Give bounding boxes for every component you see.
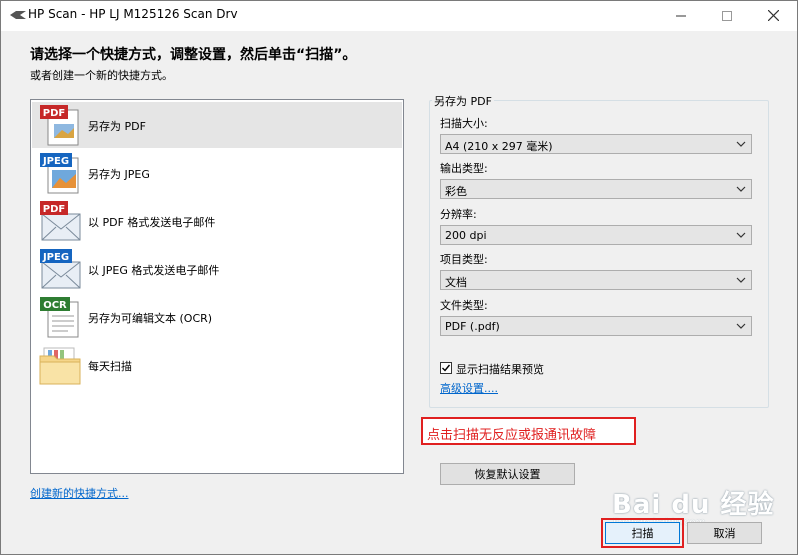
annotation-text: 点击扫描无反应或报通讯故障 [427, 428, 597, 443]
shortcut-item-save-pdf[interactable]: PDF 另存为 PDF [32, 102, 402, 148]
chevron-down-icon [736, 141, 746, 147]
shortcut-label: 另存为 JPEG [88, 168, 150, 181]
close-icon [767, 10, 779, 21]
item-type-value: 文档 [445, 276, 467, 289]
file-type-value: PDF (.pdf) [445, 320, 500, 333]
output-type-select[interactable]: 彩色 [440, 179, 752, 199]
cancel-button[interactable]: 取消 [687, 522, 762, 544]
item-type-select[interactable]: 文档 [440, 270, 752, 290]
shortcut-item-ocr[interactable]: OCR 另存为可编辑文本 (OCR) [32, 294, 402, 340]
shortcut-item-save-jpeg[interactable]: JPEG 另存为 JPEG [32, 150, 402, 196]
resolution-label: 分辨率: [440, 208, 477, 221]
hp-scan-app-icon [10, 11, 26, 19]
scan-size-select[interactable]: A4 (210 x 297 毫米) [440, 134, 752, 154]
file-type-select[interactable]: PDF (.pdf) [440, 316, 752, 336]
scan-size-label: 扫描大小: [440, 117, 488, 130]
preview-checkbox-label[interactable]: 显示扫描结果预览 [456, 361, 544, 377]
close-button[interactable] [750, 1, 796, 30]
create-shortcut-link[interactable]: 创建新的快捷方式... [30, 485, 129, 501]
chevron-down-icon [736, 323, 746, 329]
shortcut-label: 每天扫描 [88, 360, 132, 373]
shortcut-item-everyday-scan[interactable]: 每天扫描 [32, 342, 402, 388]
shortcut-label: 另存为 PDF [88, 120, 146, 133]
output-type-label: 输出类型: [440, 162, 488, 175]
ocr-document-icon: OCR [40, 297, 79, 338]
resolution-value: 200 dpi [445, 229, 487, 242]
advanced-settings-link[interactable]: 高级设置.... [440, 380, 498, 396]
svg-text:PDF: PDF [43, 204, 65, 215]
instruction-heading: 请选择一个快捷方式，调整设置，然后单击“扫描”。 [30, 47, 357, 63]
checkmark-icon [442, 364, 451, 372]
svg-text:JPEG: JPEG [42, 252, 69, 263]
svg-text:OCR: OCR [43, 300, 67, 311]
scan-size-value: A4 (210 x 297 毫米) [445, 140, 553, 153]
shortcut-label: 以 JPEG 格式发送电子邮件 [88, 264, 220, 277]
folder-icon [39, 347, 81, 385]
chevron-down-icon [736, 277, 746, 283]
jpeg-email-icon: JPEG [40, 249, 81, 289]
baidu-watermark: Bai du 经验 [612, 490, 775, 520]
shortcut-item-email-pdf[interactable]: PDF 以 PDF 格式发送电子邮件 [32, 198, 402, 244]
window-title: HP Scan - HP LJ M125126 Scan Drv [28, 7, 238, 21]
pdf-email-icon: PDF [40, 201, 81, 241]
jpeg-document-icon: JPEG [40, 153, 79, 194]
chevron-down-icon [736, 186, 746, 192]
pdf-document-icon: PDF [40, 105, 79, 146]
instruction-subheading: 或者创建一个新的快捷方式。 [30, 69, 173, 82]
minimize-icon [676, 15, 686, 16]
shortcut-label: 另存为可编辑文本 (OCR) [88, 312, 213, 325]
resolution-select[interactable]: 200 dpi [440, 225, 752, 245]
svg-text:JPEG: JPEG [42, 156, 69, 167]
maximize-icon [722, 10, 732, 21]
file-type-label: 文件类型: [440, 299, 488, 312]
minimize-button[interactable] [658, 1, 704, 30]
shortcut-list[interactable]: PDF 另存为 PDF JPEG 另存为 JPEG PDF 以 PDF 格式发送… [30, 99, 404, 474]
maximize-button[interactable] [704, 1, 750, 30]
shortcut-label: 以 PDF 格式发送电子邮件 [88, 216, 216, 229]
svg-text:PDF: PDF [43, 108, 65, 119]
settings-group-title: 另存为 PDF [432, 93, 494, 109]
chevron-down-icon [736, 232, 746, 238]
item-type-label: 项目类型: [440, 253, 488, 266]
preview-checkbox[interactable] [440, 362, 452, 374]
output-type-value: 彩色 [445, 185, 467, 198]
shortcut-item-email-jpeg[interactable]: JPEG 以 JPEG 格式发送电子邮件 [32, 246, 402, 292]
scan-button[interactable]: 扫描 [605, 522, 680, 544]
restore-defaults-button[interactable]: 恢复默认设置 [440, 463, 575, 485]
